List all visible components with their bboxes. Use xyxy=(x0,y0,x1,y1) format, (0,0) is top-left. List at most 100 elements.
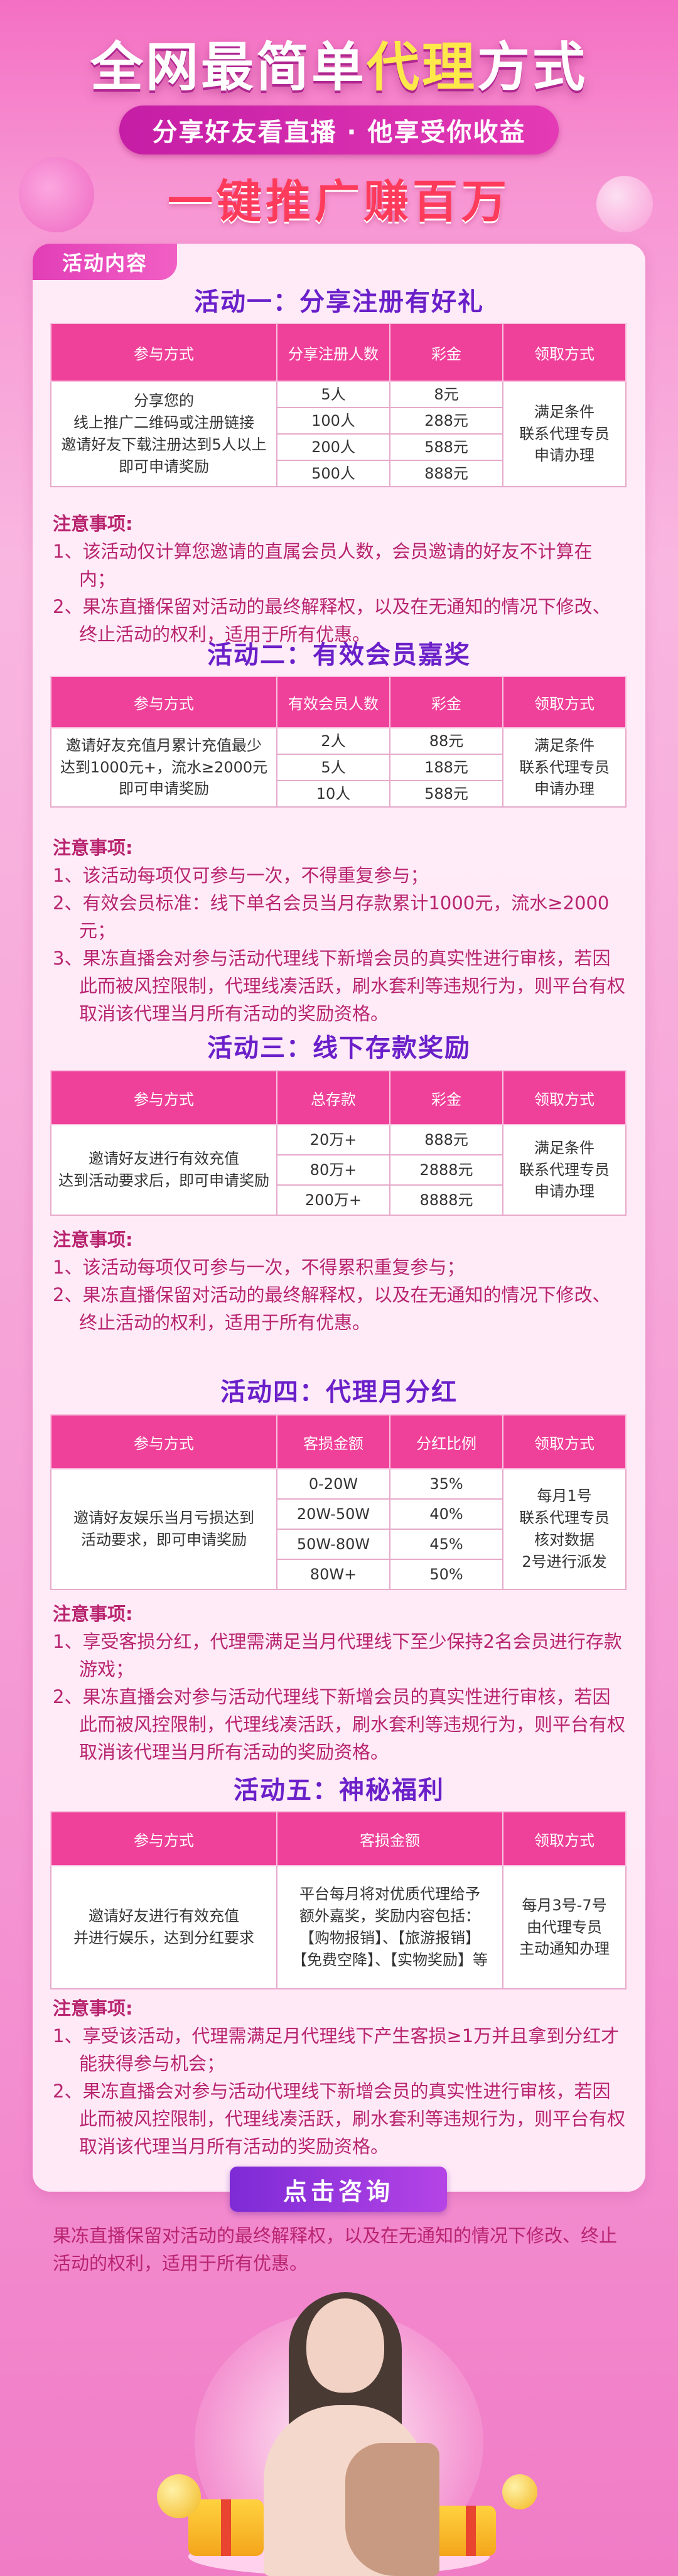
claim-method: 每月3号-7号 由代理专员 主动通知办理 xyxy=(502,1865,627,1989)
note-item: 2、果冻直播会对参与活动代理线下新增会员的真实性进行审核，若因此而被风控限制，代… xyxy=(53,2081,626,2157)
claim-method: 满足条件 联系代理专员 申请办理 xyxy=(502,381,627,487)
activity-2-notes: 注意事项: 1、该活动每项仅可参与一次，不得重复参与； 2、有效会员标准：线下单… xyxy=(53,834,625,1027)
tier-count: 2人 xyxy=(276,727,390,755)
gift-box-icon xyxy=(433,2506,496,2556)
table-header: 彩金 xyxy=(389,676,503,728)
activity-3-title: 活动三：线下存款奖励 xyxy=(207,1034,471,1063)
table-header: 参与方式 xyxy=(50,676,277,728)
note-item: 2、果冻直播保留对活动的最终解释权，以及在无通知的情况下修改、终止活动的权利，适… xyxy=(53,1284,611,1333)
tier-bonus: 188元 xyxy=(389,754,503,781)
tier-count: 5人 xyxy=(276,381,390,408)
gold-coin-icon xyxy=(157,2474,201,2518)
tier-range: 0-20W xyxy=(276,1468,390,1500)
activity-2-title: 活动二：有效会员嘉奖 xyxy=(207,641,471,669)
claim-method: 每月1号 联系代理专员 核对数据 2号进行派发 xyxy=(502,1468,627,1590)
activity-5-table: 参与方式 客损金额 领取方式 邀请好友进行有效充值 并进行娱乐，达到分红要求 平… xyxy=(50,1811,627,1989)
tier-range: 50W-80W xyxy=(276,1529,390,1560)
gold-coin-icon xyxy=(502,2474,537,2509)
table-header: 领取方式 xyxy=(502,1811,627,1866)
activity-4-notes: 注意事项: 1、享受客损分红，代理需满足当月代理线下至少保持2名会员进行存款游戏… xyxy=(53,1600,625,1766)
table-header: 领取方式 xyxy=(502,1414,627,1469)
tier-bonus: 2888元 xyxy=(389,1154,503,1186)
participation-method: 分享您的 线上推广二维码或注册链接 邀请好友下载注册达到5人以上 即可申请奖励 xyxy=(50,381,277,487)
table-header: 分红比例 xyxy=(389,1414,503,1469)
table-header: 有效会员人数 xyxy=(276,676,390,728)
hero-slogan: 一键推广赚百万 xyxy=(167,175,510,228)
note-item: 1、该活动每项仅可参与一次，不得重复参与； xyxy=(53,865,429,886)
table-header: 参与方式 xyxy=(50,1414,277,1469)
tier-count: 500人 xyxy=(276,460,390,487)
hero-title-highlight: 代理 xyxy=(366,36,477,98)
reward-content: 平台每月将对优质代理给予 额外嘉奖，奖励内容包括： 【购物报销】、【旅游报销】 … xyxy=(276,1865,503,1989)
tier-ratio: 35% xyxy=(389,1468,503,1500)
activity-4-table: 参与方式 客损金额 分红比例 领取方式 邀请好友娱乐当月亏损达到 活动要求，即可… xyxy=(50,1414,627,1590)
activity-1-notes: 注意事项: 1、该活动仅计算您邀请的直属会员人数，会员邀请的好友不计算在内； 2… xyxy=(53,510,625,648)
tier-count: 200万+ xyxy=(276,1184,390,1216)
tier-ratio: 45% xyxy=(389,1529,503,1560)
claim-method: 满足条件 联系代理专员 申请办理 xyxy=(502,727,627,808)
tier-bonus: 588元 xyxy=(389,433,503,461)
tier-count: 5人 xyxy=(276,754,390,781)
note-item: 1、该活动每项仅可参与一次，不得累积重复参与； xyxy=(53,1257,465,1278)
note-item: 3、果冻直播会对参与活动代理线下新增会员的真实性进行审核，若因此而被风控限制，代… xyxy=(53,948,626,1024)
table-header: 领取方式 xyxy=(502,1070,627,1125)
card-tab: 活动内容 xyxy=(33,244,177,280)
activity-1-table: 参与方式 分享注册人数 彩金 领取方式 分享您的 线上推广二维码或注册链接 邀请… xyxy=(50,323,627,487)
table-header: 参与方式 xyxy=(50,1070,277,1125)
table-header: 彩金 xyxy=(389,1070,503,1125)
notes-label: 注意事项: xyxy=(53,1603,133,1625)
table-header: 客损金额 xyxy=(276,1811,503,1866)
table-header: 参与方式 xyxy=(50,1811,277,1866)
table-header: 参与方式 xyxy=(50,323,277,382)
activity-3-notes: 注意事项: 1、该活动每项仅可参与一次，不得累积重复参与； 2、果冻直播保留对活… xyxy=(53,1226,625,1336)
tier-range: 80W+ xyxy=(276,1559,390,1590)
notes-label: 注意事项: xyxy=(53,513,133,534)
table-header: 彩金 xyxy=(389,323,503,382)
tier-bonus: 588元 xyxy=(389,780,503,808)
activity-2-table: 参与方式 有效会员人数 彩金 领取方式 邀请好友充值月累计充值最少 达到1000… xyxy=(50,676,627,808)
activity-5-title: 活动五：神秘福利 xyxy=(234,1776,444,1805)
activity-4-title: 活动四：代理月分红 xyxy=(220,1378,458,1407)
tier-bonus: 888元 xyxy=(389,1124,503,1155)
tier-count: 80万+ xyxy=(276,1154,390,1186)
bottom-illustration xyxy=(0,2286,678,2576)
tier-count: 10人 xyxy=(276,780,390,808)
hero-title: 全网最简单代理方式 xyxy=(90,36,588,98)
notes-label: 注意事项: xyxy=(53,1998,133,2019)
note-item: 1、享受该活动，代理需满足月代理线下产生客损≥1万并且拿到分红才能获得参与机会； xyxy=(53,2025,620,2074)
tier-bonus: 8888元 xyxy=(389,1184,503,1216)
table-header: 客损金额 xyxy=(276,1414,390,1469)
tier-ratio: 40% xyxy=(389,1498,503,1530)
tier-bonus: 288元 xyxy=(389,407,503,435)
table-header: 分享注册人数 xyxy=(276,323,390,382)
tier-range: 20W-50W xyxy=(276,1498,390,1530)
claim-method: 满足条件 联系代理专员 申请办理 xyxy=(502,1124,627,1216)
hero-subtitle: 分享好友看直播 · 他享受你收益 xyxy=(119,106,559,154)
table-header: 领取方式 xyxy=(502,323,627,382)
activity-1-title: 活动一：分享注册有好礼 xyxy=(194,288,484,317)
note-item: 1、享受客损分红，代理需满足当月代理线下至少保持2名会员进行存款游戏； xyxy=(53,1631,622,1680)
tier-count: 200人 xyxy=(276,433,390,461)
consult-button[interactable]: 点击咨询 xyxy=(230,2167,447,2212)
tier-count: 20万+ xyxy=(276,1124,390,1155)
notes-label: 注意事项: xyxy=(53,1229,133,1250)
notes-label: 注意事项: xyxy=(53,837,133,858)
participation-method: 邀请好友进行有效充值 并进行娱乐，达到分红要求 xyxy=(50,1865,277,1989)
note-item: 1、该活动仅计算您邀请的直属会员人数，会员邀请的好友不计算在内； xyxy=(53,541,593,590)
note-item: 2、有效会员标准：线下单名会员当月存款累计1000元，流水≥2000元； xyxy=(53,892,610,941)
tier-bonus: 888元 xyxy=(389,460,503,487)
model-photo xyxy=(251,2292,439,2576)
participation-method: 邀请好友充值月累计充值最少 达到1000元+，流水≥2000元 即可申请奖励 xyxy=(50,727,277,808)
tier-count: 100人 xyxy=(276,407,390,435)
activity-5-notes: 注意事项: 1、享受该活动，代理需满足月代理线下产生客损≥1万并且拿到分红才能获… xyxy=(53,1994,625,2160)
tier-bonus: 8元 xyxy=(389,381,503,408)
footer-disclaimer: 果冻直播保留对活动的最终解释权，以及在无通知的情况下修改、终止活动的权利，适用于… xyxy=(53,2225,618,2274)
table-header: 总存款 xyxy=(276,1070,390,1125)
hero-banner: 全网最简单代理方式 分享好友看直播 · 他享受你收益 一键推广赚百万 xyxy=(0,0,678,232)
table-header: 领取方式 xyxy=(502,676,627,728)
tier-bonus: 88元 xyxy=(389,727,503,755)
participation-method: 邀请好友娱乐当月亏损达到 活动要求，即可申请奖励 xyxy=(50,1468,277,1590)
participation-method: 邀请好友进行有效充值 达到活动要求后，即可申请奖励 xyxy=(50,1124,277,1216)
note-item: 2、果冻直播会对参与活动代理线下新增会员的真实性进行审核，若因此而被风控限制，代… xyxy=(53,1686,626,1763)
activity-3-table: 参与方式 总存款 彩金 领取方式 邀请好友进行有效充值 达到活动要求后，即可申请… xyxy=(50,1070,627,1216)
